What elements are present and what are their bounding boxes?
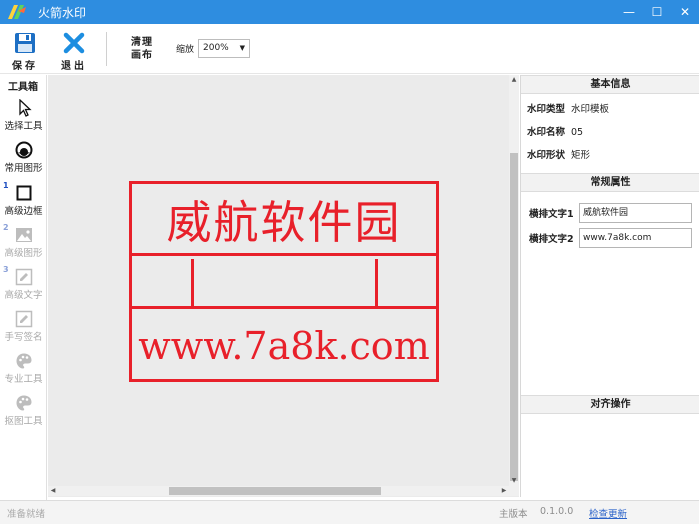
exit-label: 退出 [61, 61, 87, 72]
title-bar: 火箭水印 — ☐ ✕ [0, 0, 699, 24]
image-icon [15, 228, 32, 242]
tool-select[interactable]: 选择工具 [0, 99, 47, 132]
watermark-shape-label: 水印形状 [527, 150, 566, 161]
stamp-top-row: 威航软件园 [132, 184, 436, 256]
scroll-down-arrow-icon[interactable]: ▼ [509, 476, 519, 486]
align-ops-header: 对齐操作 [521, 395, 699, 414]
stamp-bottom-text: www.7a8k.com [138, 323, 430, 368]
watermark-shape-row: 水印形状 矩形 [527, 147, 590, 161]
save-button[interactable]: 保存 [10, 32, 40, 72]
square-border-icon [16, 185, 31, 201]
exit-button[interactable]: 退出 [59, 32, 89, 72]
text2-input[interactable]: www.7a8k.com [579, 228, 692, 248]
watermark-type-value: 水印模板 [571, 104, 610, 115]
stamp-watermark[interactable]: 威航软件园 www.7a8k.com [129, 181, 439, 382]
window-title: 火箭水印 [38, 5, 87, 20]
watermark-name-row: 水印名称 05 [527, 124, 583, 138]
watermark-shape-value: 矩形 [571, 150, 591, 161]
palette-icon [16, 395, 31, 411]
tool-number: 2 [3, 223, 9, 232]
toolbox-panel: 工具箱 选择工具 常用图形 1 高级边框 2 高级图形 3 高级文字 手写签名 … [0, 75, 47, 500]
toolbar: 保存 退出 清理 画布 缩放 200% ▼ [0, 24, 699, 74]
stamp-divider [375, 259, 378, 309]
check-update-link[interactable]: 检查更新 [589, 506, 627, 520]
scroll-right-arrow-icon[interactable]: ▶ [499, 486, 509, 496]
toolbar-separator [106, 32, 107, 66]
toolbox-title: 工具箱 [8, 82, 38, 93]
horizontal-scroll-thumb[interactable] [169, 487, 381, 495]
circle-shape-icon [15, 141, 32, 159]
app-logo-icon [8, 5, 26, 19]
stamp-top-text: 威航软件园 [166, 196, 402, 249]
tool-label: 高级图形 [4, 248, 43, 259]
stamp-divider [191, 259, 194, 309]
watermark-type-row: 水印类型 水印模板 [527, 101, 609, 115]
stamp-middle-row [132, 259, 436, 309]
tool-number: 3 [3, 265, 9, 274]
tool-signature[interactable]: 手写签名 [0, 310, 47, 343]
watermark-name-value: 05 [571, 127, 584, 138]
watermark-name-label: 水印名称 [527, 127, 566, 138]
chevron-down-icon: ▼ [239, 44, 245, 52]
cursor-icon [18, 99, 32, 117]
save-label: 保存 [12, 61, 38, 72]
tool-advanced-text[interactable]: 3 高级文字 [0, 265, 47, 301]
status-text: 准备就绪 [7, 509, 46, 520]
close-button[interactable]: ✕ [671, 0, 699, 24]
tool-label: 手写签名 [4, 332, 43, 343]
zoom-select[interactable]: 200% ▼ [198, 39, 250, 58]
tool-label: 高级文字 [4, 290, 43, 301]
general-props-header: 常规属性 [521, 173, 699, 192]
signature-icon [15, 310, 32, 328]
tool-label: 选择工具 [4, 121, 43, 132]
stamp-bottom-row: www.7a8k.com [132, 312, 436, 379]
tool-label: 专业工具 [4, 374, 43, 385]
text1-label: 横排文字1 [529, 209, 574, 220]
maximize-button[interactable]: ☐ [643, 0, 671, 24]
watermark-type-label: 水印类型 [527, 104, 566, 115]
scroll-left-arrow-icon[interactable]: ◀ [48, 486, 58, 496]
edit-text-icon [15, 268, 32, 286]
exit-x-icon [63, 32, 85, 54]
clear-label-line1: 清理 [131, 37, 153, 48]
minimize-button[interactable]: — [615, 0, 643, 24]
horizontal-scrollbar[interactable]: ◀ ▶ [48, 486, 519, 496]
tool-label: 高级边框 [4, 206, 43, 217]
tool-advanced-border[interactable]: 1 高级边框 [0, 181, 47, 217]
save-icon [15, 33, 35, 53]
vertical-scroll-thumb[interactable] [510, 153, 518, 481]
clear-canvas-button[interactable]: 清理 画布 [131, 36, 153, 62]
text1-input[interactable]: 威航软件园 [579, 203, 692, 223]
zoom-label: 缩放 [176, 45, 195, 55]
version-value: 0.1.0.0 [540, 506, 574, 517]
tool-label: 抠图工具 [4, 416, 43, 427]
text2-label: 横排文字2 [529, 234, 574, 245]
version-label: 主版本 [499, 509, 528, 520]
tool-advanced-graphics[interactable]: 2 高级图形 [0, 223, 47, 259]
vertical-scrollbar[interactable]: ▲ ▼ [509, 75, 519, 486]
text1-row: 横排文字1 威航软件园 [529, 203, 692, 223]
palette-icon [16, 353, 31, 369]
text2-row: 横排文字2 www.7a8k.com [529, 228, 692, 248]
tool-cutout[interactable]: 抠图工具 [0, 394, 47, 427]
zoom-value: 200% [203, 43, 229, 53]
properties-panel: 基本信息 水印类型 水印模板 水印名称 05 水印形状 矩形 常规属性 横排文字1 威… [520, 75, 699, 497]
status-bar: 准备就绪 主版本 0.1.0.0 检查更新 [0, 500, 699, 524]
basic-info-header: 基本信息 [521, 75, 699, 94]
tool-number: 1 [3, 181, 9, 190]
scroll-up-arrow-icon[interactable]: ▲ [509, 75, 519, 85]
tool-label: 常用图形 [4, 163, 43, 174]
clear-label-line2: 画布 [131, 50, 153, 61]
tool-common-shapes[interactable]: 常用图形 [0, 141, 47, 174]
tool-professional[interactable]: 专业工具 [0, 352, 47, 385]
